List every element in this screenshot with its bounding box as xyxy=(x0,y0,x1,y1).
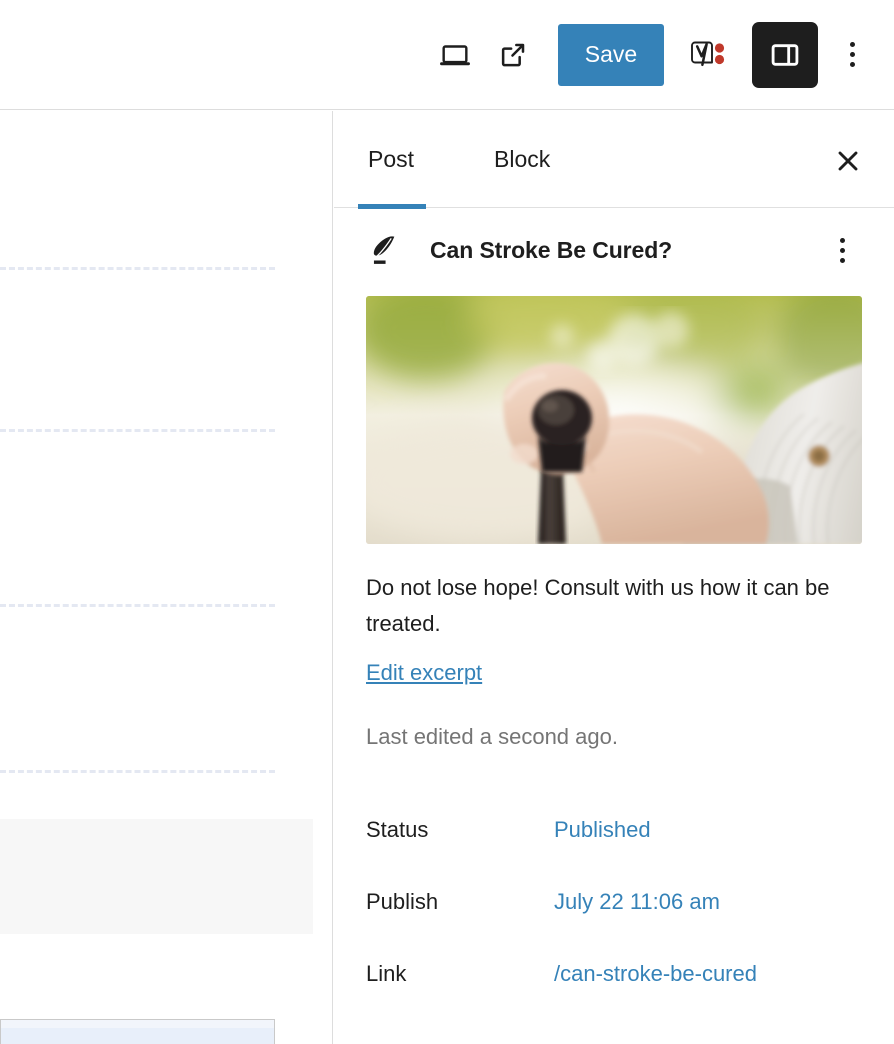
external-link-icon[interactable] xyxy=(484,26,542,84)
editor-canvas[interactable] xyxy=(0,111,333,1044)
meta-row-status: Status Published xyxy=(366,794,862,866)
tab-block[interactable]: Block xyxy=(442,111,578,208)
post-title: Can Stroke Be Cured? xyxy=(430,236,673,263)
content-placeholder-block[interactable] xyxy=(0,819,313,934)
permalink-button[interactable]: /can-stroke-be-cured xyxy=(554,961,757,987)
selected-block[interactable] xyxy=(0,1019,275,1044)
more-vertical-icon xyxy=(849,42,855,67)
meta-label-link: Link xyxy=(366,961,407,986)
save-button[interactable]: Save xyxy=(558,23,664,86)
editor-window: Save Post Block Can Stroke Be Cured? Do … xyxy=(0,0,894,1044)
post-excerpt: Do not lose hope! Consult with us how it… xyxy=(366,575,830,636)
publish-date-button[interactable]: July 22 11:06 am xyxy=(554,889,720,915)
sidebar-panel-icon[interactable] xyxy=(752,21,818,88)
post-settings-panel: Can Stroke Be Cured? Do not lose hope! C… xyxy=(334,208,894,1010)
laptop-preview-icon[interactable] xyxy=(426,26,484,84)
block-separator xyxy=(0,429,275,432)
more-vertical-icon xyxy=(839,237,845,263)
close-sidebar-button[interactable] xyxy=(822,135,874,187)
block-separator xyxy=(0,770,275,773)
post-summary-header: Can Stroke Be Cured? xyxy=(366,208,862,292)
meta-label-status: Status xyxy=(366,817,429,842)
block-separator xyxy=(0,604,275,607)
meta-row-link: Link /can-stroke-be-cured xyxy=(366,938,862,1010)
meta-label-publish: Publish xyxy=(366,889,439,914)
yoast-seo-icon[interactable] xyxy=(678,26,742,84)
post-meta-list: Status Published Publish July 22 11:06 a… xyxy=(366,794,862,1010)
status-value-button[interactable]: Published xyxy=(554,817,651,843)
header-more-menu-icon[interactable] xyxy=(824,26,880,84)
featured-image[interactable] xyxy=(366,296,862,544)
edit-excerpt-link[interactable]: Edit excerpt xyxy=(366,660,482,686)
last-edited-text: Last edited a second ago. xyxy=(366,724,618,749)
post-actions-menu-icon[interactable] xyxy=(818,226,866,274)
header-tools: Save xyxy=(426,21,880,88)
settings-sidebar: Post Block Can Stroke Be Cured? Do not l… xyxy=(334,111,894,1044)
sidebar-tablist: Post Block xyxy=(334,111,894,209)
close-icon xyxy=(838,151,858,171)
tab-post[interactable]: Post xyxy=(357,111,442,209)
block-separator xyxy=(0,267,275,270)
editor-header-toolbar: Save xyxy=(0,0,894,110)
feather-icon xyxy=(368,233,402,267)
meta-row-publish: Publish July 22 11:06 am xyxy=(366,866,862,938)
